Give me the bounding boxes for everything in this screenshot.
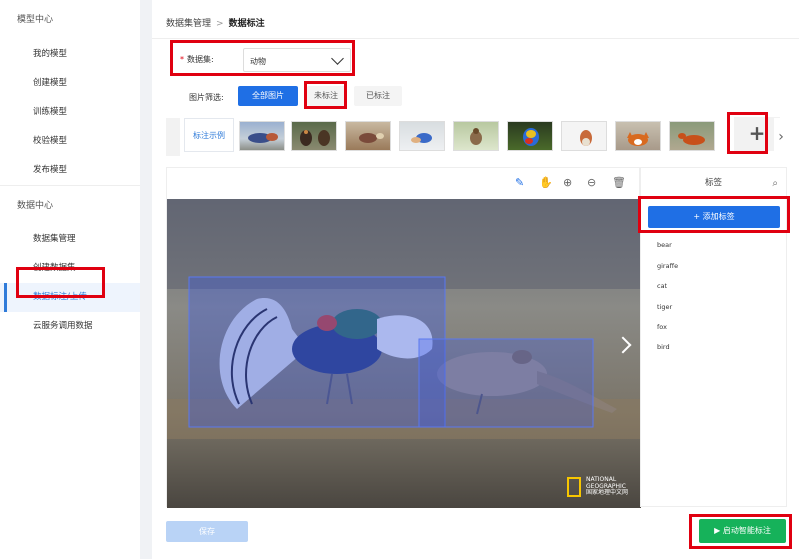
strip-next-arrow[interactable]: › [774, 118, 788, 156]
thumbnail-bird-graphic [580, 130, 592, 146]
sidebar-item-cloud-service-data[interactable]: 云服务调用数据 [0, 312, 140, 341]
highlight-box-add-tag [638, 196, 790, 233]
thumbnail-image[interactable] [291, 121, 337, 151]
sidebar-item-my-models[interactable]: 我的模型 [0, 40, 140, 69]
highlight-box-add-image [727, 112, 768, 154]
thumbnail-image[interactable] [669, 121, 715, 151]
thumbnail-fox-graphic [678, 133, 705, 145]
tag-item[interactable]: bear [657, 241, 672, 249]
thumbnail-bird-graphic [470, 128, 482, 145]
thumbnail-image[interactable] [507, 121, 553, 151]
highlight-box-sidebar [16, 267, 105, 298]
sidebar-item-publish-model[interactable]: 发布模型 [0, 156, 140, 185]
thumbnail-image[interactable] [345, 121, 391, 151]
sidebar-section-data-center: 数据中心 [0, 185, 140, 225]
sidebar-item-validate-model[interactable]: 校验模型 [0, 127, 140, 156]
breadcrumb-current: 数据标注 [228, 19, 265, 29]
tag-item[interactable]: cat [657, 282, 667, 290]
tag-item[interactable]: bird [657, 343, 670, 351]
highlight-box-smart-annotation [689, 514, 792, 549]
nat-geo-yellow-frame [567, 477, 581, 497]
photo-scene [167, 199, 641, 508]
nat-geo-text: NATIONAL GEOGRAPHIC 国家地理中文网 [586, 476, 629, 496]
save-button[interactable]: 保存 [166, 521, 248, 542]
filter-all-images[interactable]: 全部图片 [238, 86, 298, 106]
annotation-canvas-panel: ✎ ✋ ⊕ ⊖ 🗑 NATIONAL GEOGRAPHIC 国家地理中文网 [166, 167, 641, 508]
strip-prev-arrow[interactable] [166, 118, 180, 156]
bbox-right [418, 338, 594, 428]
delete-icon[interactable]: 🗑 [612, 176, 626, 189]
thumbnail-image[interactable] [239, 121, 285, 151]
thumbnail-parrot-graphic [523, 128, 539, 146]
highlight-box-unlabeled [304, 81, 347, 109]
thumbnail-image[interactable] [399, 121, 445, 151]
breadcrumb-separator: > [216, 19, 224, 29]
search-icon[interactable]: ⌕ [772, 168, 778, 199]
highlight-box-dataset [170, 40, 355, 76]
sidebar-item-dataset-management[interactable]: 数据集管理 [0, 225, 140, 254]
sidebar-item-train-model[interactable]: 训练模型 [0, 98, 140, 127]
thumbnail-image[interactable] [453, 121, 499, 151]
header-divider [152, 38, 799, 39]
main-panel: 数据集管理 > 数据标注 * 数据集: 动物 图片筛选: 全部图片 未标注 已标注 标… [152, 0, 799, 559]
labels-title: 标签 [704, 178, 722, 188]
thumbnail-strip: 标注示例 + › [166, 117, 788, 156]
labels-header: 标签 ⌕ [641, 168, 786, 199]
thumbnail-bird-graphic [248, 133, 278, 143]
hand-icon[interactable]: ✋ [539, 176, 553, 189]
sample-annotation-link[interactable]: 标注示例 [184, 118, 234, 152]
filter-labeled[interactable]: 已标注 [354, 86, 402, 106]
thumbnail-birds-graphic [300, 130, 330, 146]
breadcrumb: 数据集管理 > 数据标注 [166, 16, 265, 29]
thumbnail-image[interactable] [561, 121, 607, 151]
thumbnail-fox-graphic [627, 132, 649, 146]
thumbnail-bird-graphic [359, 133, 384, 143]
canvas-toolbar: ✎ ✋ ⊕ ⊖ 🗑 [167, 168, 639, 199]
bbox-left [188, 276, 446, 428]
tag-item[interactable]: fox [657, 323, 667, 331]
edit-icon[interactable]: ✎ [515, 176, 524, 189]
breadcrumb-parent[interactable]: 数据集管理 [166, 19, 211, 29]
thumbnail-bird-graphic [411, 133, 432, 143]
annotation-image[interactable]: NATIONAL GEOGRAPHIC 国家地理中文网 [167, 199, 641, 508]
sidebar-section-model-center: 模型中心 [17, 15, 54, 25]
filter-label: 图片筛选: [189, 93, 224, 102]
zoom-in-icon[interactable]: ⊕ [563, 176, 572, 189]
thumbnail-image[interactable] [615, 121, 661, 151]
tag-item[interactable]: giraffe [657, 262, 678, 270]
tag-item[interactable]: tiger [657, 303, 672, 311]
zoom-out-icon[interactable]: ⊖ [587, 176, 596, 189]
sidebar-item-create-model[interactable]: 创建模型 [0, 69, 140, 98]
